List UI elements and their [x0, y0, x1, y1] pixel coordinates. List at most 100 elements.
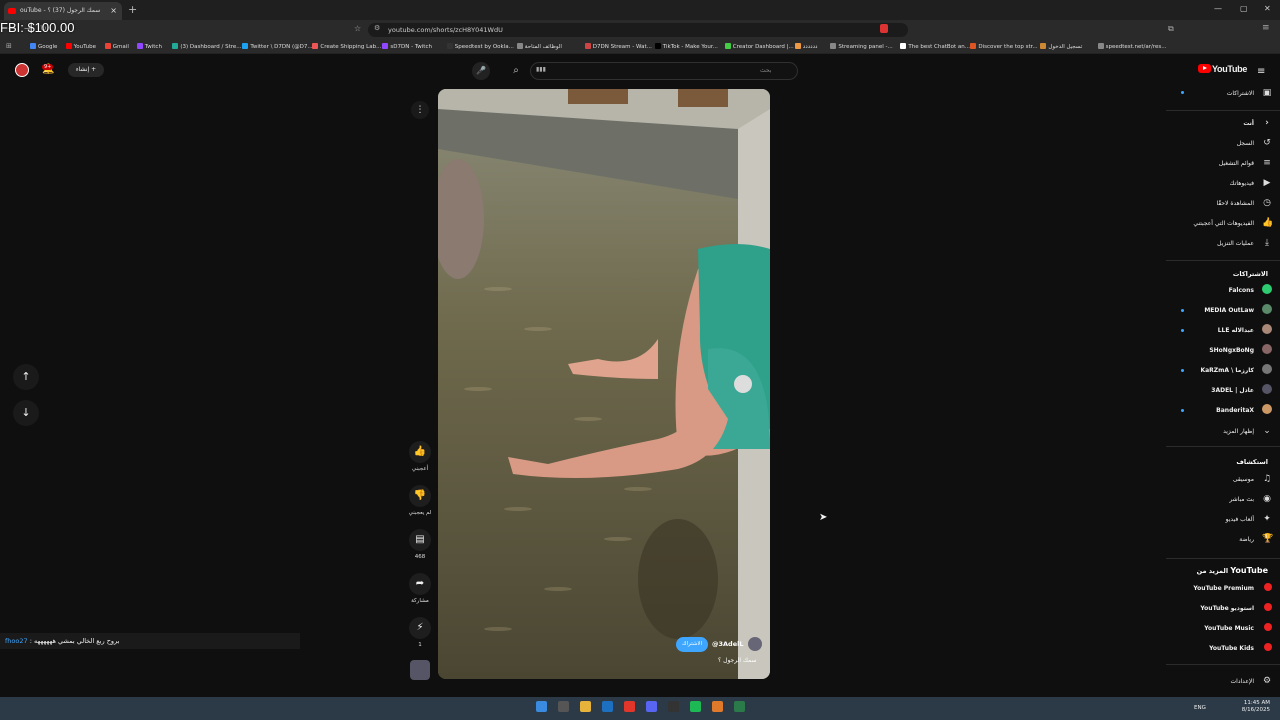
bookmark-item[interactable]: الوظائف المتاحة — [516, 42, 562, 52]
sidebar-item-explore-1[interactable]: بث مباشر ◉ — [1229, 490, 1272, 508]
subscribe-button[interactable]: الاشتراك — [676, 637, 708, 652]
previous-short-arrow-up-icon[interactable]: ↑ — [13, 364, 39, 390]
more-from-label: المزيد من — [1196, 567, 1229, 575]
taskbar-search-icon[interactable] — [558, 701, 569, 712]
site-info-icon[interactable]: ⚙ — [374, 24, 380, 32]
minimize-icon[interactable]: — — [1214, 4, 1222, 13]
bookmark-item[interactable]: Twitch — [136, 42, 162, 52]
bookmark-item[interactable]: Twitter \ D7DN (@D7... — [242, 42, 313, 52]
brave-shield-icon[interactable] — [880, 24, 888, 33]
account-avatar[interactable] — [15, 63, 29, 77]
voice-search-mic-icon[interactable]: 🎤 — [472, 62, 490, 80]
system-clock[interactable]: 11:45 AM 8/16/2025 — [1242, 700, 1270, 714]
sidebar-item-subscription[interactable]: Falcons — [1229, 282, 1272, 300]
extensions-icon[interactable]: ⧉ — [1168, 24, 1174, 34]
url-text[interactable]: youtube.com/shorts/zcH8Y041WdU — [388, 24, 503, 36]
channel-avatar[interactable] — [748, 637, 762, 651]
channel-handle[interactable]: @3AdelL — [712, 640, 743, 648]
bookmark-item[interactable]: Speedtest by Ookla... — [446, 42, 514, 52]
next-short-arrow-down-icon[interactable]: ↓ — [13, 400, 39, 426]
bookmark-star-icon[interactable]: ☆ — [354, 24, 361, 33]
watch-later-icon: ◷ — [1263, 198, 1271, 208]
sidebar-item-you-4[interactable]: الفيديوهات التي أعجبتني 👍 — [1193, 214, 1274, 232]
search-keyboard-icon[interactable]: ▮▮▮ — [536, 66, 546, 73]
create-button[interactable]: إنشاء + — [68, 63, 104, 77]
bookmark-item[interactable]: speedtest.net/ar/res... — [1097, 42, 1167, 52]
sidebar-item-youtube-product[interactable]: YouTube Music — [1204, 620, 1272, 638]
brave-icon[interactable] — [624, 701, 635, 712]
browser-menu-icon[interactable]: ≡ — [1262, 23, 1270, 33]
sidebar-item-subscription[interactable]: BanderitaX — [1216, 402, 1272, 420]
close-window-icon[interactable]: ✕ — [1264, 4, 1271, 13]
sidebar-item-settings[interactable]: الإعدادات ⚙ — [1231, 672, 1272, 690]
app-icon[interactable] — [712, 701, 723, 712]
apps-grid-icon[interactable]: ⊞ — [6, 42, 12, 50]
sidebar-item-subscription[interactable]: MEDIA OutLaw — [1204, 302, 1272, 320]
sidebar-item-explore-0[interactable]: موسيقى ♫ — [1233, 470, 1272, 488]
short-video-player[interactable] — [438, 89, 770, 679]
sidebar-item-youtube-product[interactable]: YouTube استوديو — [1200, 600, 1272, 618]
sidebar-item-you-5[interactable]: عمليات التنزيل ⤓ — [1217, 234, 1272, 252]
search-icon[interactable]: ⌕ — [503, 62, 529, 80]
bookmark-item[interactable]: (3) Dashboard / Stre... — [172, 42, 242, 52]
bookmark-item[interactable]: Discover the top str... — [970, 42, 1038, 52]
short-title[interactable]: سمك الرجول ؟ — [718, 657, 757, 664]
sidebar-item-explore-3[interactable]: رياضة 🏆 — [1239, 530, 1273, 548]
bookmark-item[interactable]: Streaming panel -... — [830, 42, 893, 52]
sidebar-item-subscriptions[interactable]: الاشتراكات ▣ — [1227, 84, 1272, 102]
sidebar-item-explore-2[interactable]: ألعاب فيديو ✦ — [1226, 510, 1272, 528]
bookmark-item[interactable]: Gmail — [104, 42, 129, 52]
sidebar-item-you-3[interactable]: المشاهدة لاحقًا ◷ — [1216, 194, 1272, 212]
sidebar-item-you-0[interactable]: السجل ↺ — [1237, 134, 1272, 152]
like-icon: 👍 — [1262, 218, 1274, 228]
sidebar-item-subscription[interactable]: 3ADEL | عادل — [1211, 382, 1272, 400]
start-menu-icon[interactable] — [536, 701, 547, 712]
chrome-icon[interactable] — [602, 701, 613, 712]
maximize-icon[interactable]: ▢ — [1240, 4, 1248, 13]
bookmark-item[interactable]: sD7DN - Twitch — [382, 42, 432, 52]
bookmark-item[interactable]: Create Shipping Lab... — [312, 42, 381, 52]
bookmark-item[interactable]: Google — [30, 42, 57, 52]
search-input[interactable] — [530, 62, 798, 80]
bookmark-item[interactable]: YouTube — [65, 42, 96, 52]
sidebar-item-you-2[interactable]: فيديوهاتك ▶ — [1230, 174, 1272, 192]
bookmark-item[interactable]: Creator Dashboard |... — [724, 42, 794, 52]
comments-button[interactable]: ▤ 468 — [405, 529, 435, 560]
sidebar-item-label: قوائم التشغيل — [1218, 160, 1254, 167]
discord-icon[interactable] — [646, 701, 657, 712]
file-explorer-icon[interactable] — [580, 701, 591, 712]
youtube-logo[interactable]: YouTube — [1198, 64, 1247, 77]
bookmark-item[interactable]: TikTok - Make Your... — [654, 42, 718, 52]
sidebar-item-youtube-product[interactable]: YouTube Premium — [1193, 580, 1272, 598]
sidebar-item-subscription[interactable]: KaRZmA \ كارزما — [1200, 362, 1272, 380]
sidebar-item-subscription[interactable]: SHoNgxBoNg — [1209, 342, 1272, 360]
sound-thumbnail[interactable] — [410, 660, 430, 680]
sidebar-item-label: الاشتراكات — [1226, 90, 1254, 97]
like-button[interactable]: 👍 أعجبني — [405, 441, 435, 472]
obs-icon[interactable] — [668, 701, 679, 712]
share-button[interactable]: ➦ مشاركة — [405, 573, 435, 604]
terminal-icon[interactable] — [734, 701, 745, 712]
input-language[interactable]: ENG — [1194, 705, 1206, 711]
remix-button[interactable]: ⚡ 1 — [405, 617, 435, 648]
hamburger-menu-icon[interactable]: ≡ — [1257, 66, 1265, 77]
show-more-button[interactable]: إظهار المزيد ⌄ — [1223, 422, 1272, 440]
sidebar-item-you-1[interactable]: قوائم التشغيل ≡ — [1219, 154, 1272, 172]
your-videos-icon: ▶ — [1263, 178, 1271, 188]
notification-count-badge: 9+ — [42, 64, 54, 70]
bookmark-item[interactable]: دددددد — [794, 42, 818, 52]
new-tab-icon[interactable]: + — [128, 3, 137, 16]
sidebar-item-youtube-product[interactable]: YouTube Kids — [1209, 640, 1272, 658]
dislike-button[interactable]: 👎 لم يعجبني — [405, 485, 435, 516]
spotify-icon[interactable] — [690, 701, 701, 712]
more-options-icon[interactable]: ⋮ — [411, 101, 429, 119]
bookmark-item[interactable]: تسجيل الدخول — [1040, 42, 1082, 52]
sidebar-item-subscription[interactable]: LLE عبدالاله — [1218, 322, 1272, 340]
youtube-product-icon — [1264, 623, 1272, 631]
sidebar-you-heading[interactable]: أنت › — [1243, 114, 1272, 132]
bookmark-item[interactable]: The best ChatBot an... — [900, 42, 970, 52]
bookmark-item[interactable]: D7DN Stream - Wat... — [584, 42, 652, 52]
browser-tab[interactable]: ouTube - سمك الرجول (37) ؟ × — [4, 2, 122, 20]
sidebar-item-label: موسيقى — [1232, 476, 1254, 483]
close-tab-icon[interactable]: × — [110, 2, 117, 20]
